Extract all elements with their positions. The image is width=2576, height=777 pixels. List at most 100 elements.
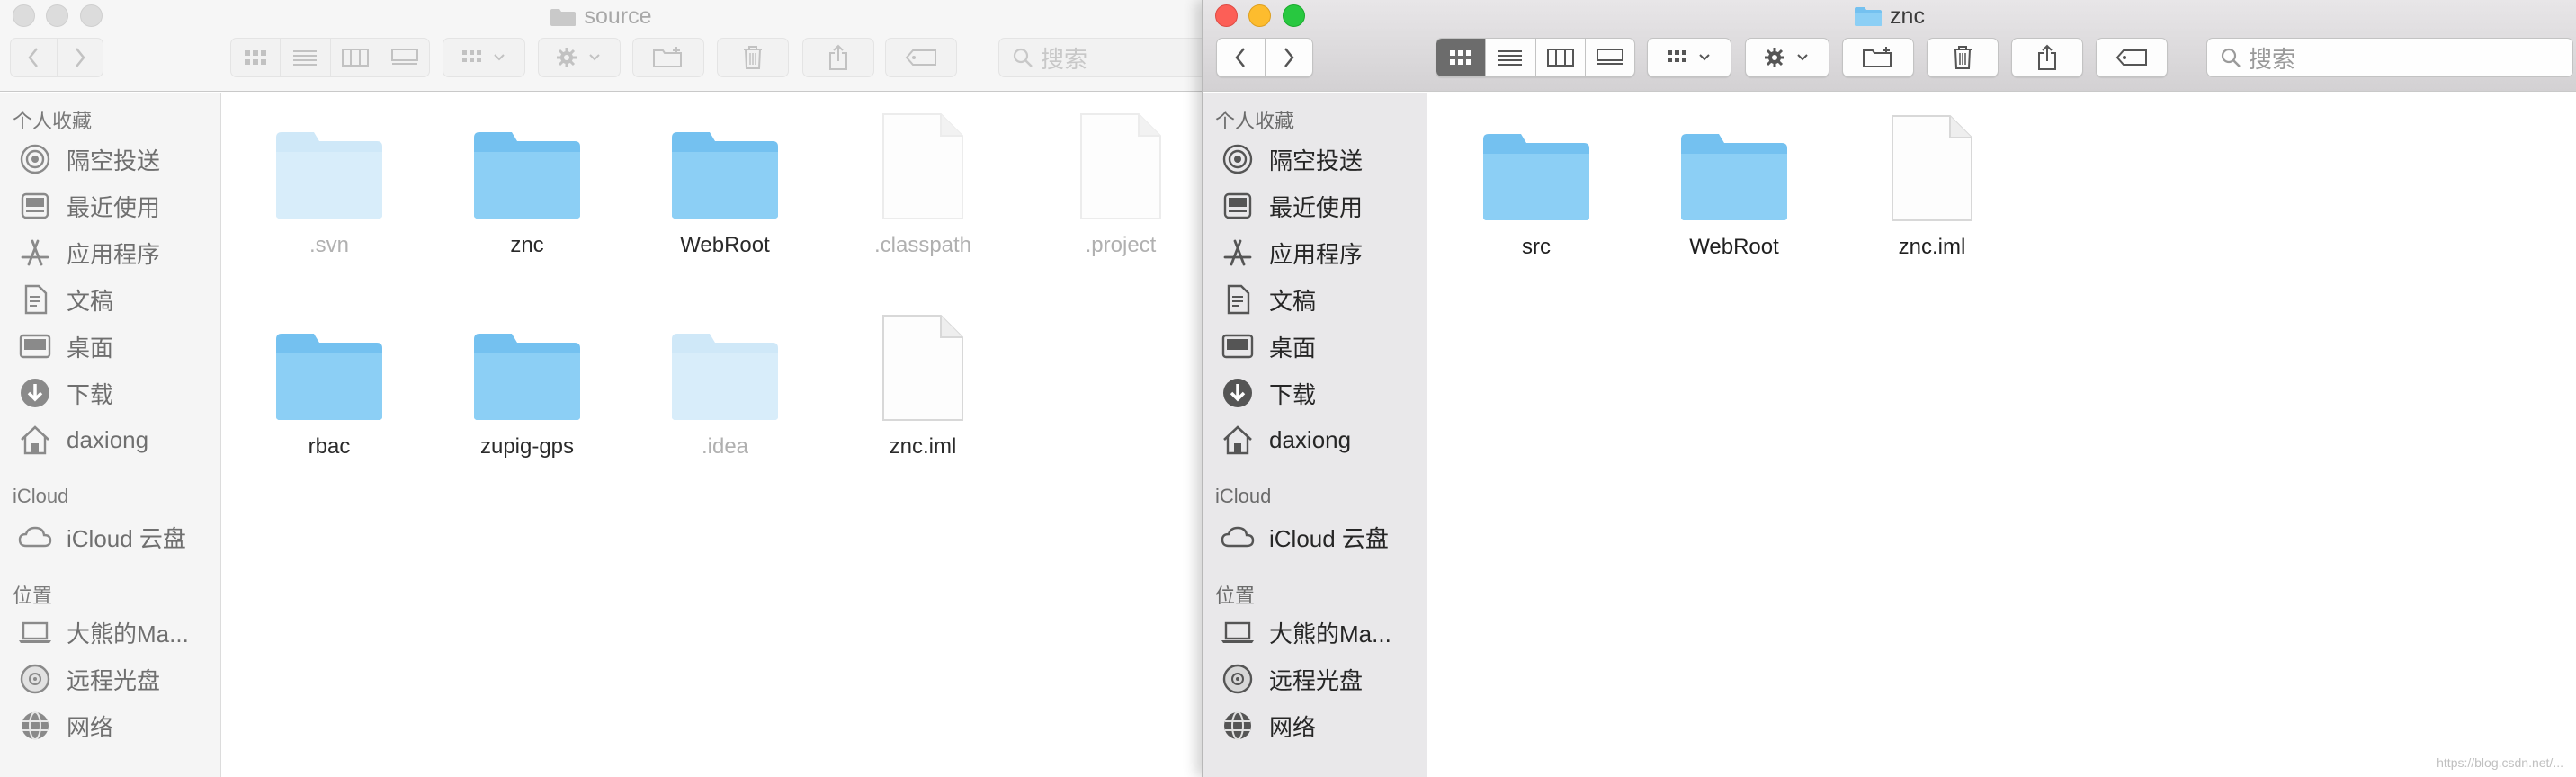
trash-button[interactable]: [717, 38, 789, 77]
sidebar-item-mac[interactable]: 大熊的Ma...: [16, 612, 189, 652]
sidebar-item-desktop[interactable]: 桌面: [1219, 326, 1316, 366]
column-view-button[interactable]: [329, 39, 380, 76]
back-forward-control[interactable]: [1216, 38, 1313, 77]
folder-icon: [550, 5, 577, 34]
sidebar-item-label: iCloud 云盘: [1269, 524, 1389, 552]
file-item-webroot[interactable]: WebRoot: [644, 109, 806, 258]
sidebar-item-documents[interactable]: 文稿: [1219, 280, 1316, 319]
sidebar-item-downloads[interactable]: 下载: [16, 373, 113, 413]
sidebar-item-network[interactable]: 网络: [1219, 706, 1316, 746]
sidebar-header-icloud: iCloud: [13, 485, 69, 507]
trash-icon: [744, 46, 762, 69]
sidebar-item-label: iCloud 云盘: [67, 524, 186, 552]
sidebar-item-label: 最近使用: [1269, 193, 1364, 221]
cloud-icon: [1219, 518, 1257, 556]
sidebar-item-downloads[interactable]: 下载: [1219, 373, 1316, 413]
share-button[interactable]: [2011, 38, 2083, 77]
sidebar-item-label: 大熊的Ma...: [67, 620, 189, 648]
sidebar-item-icloud-drive[interactable]: iCloud 云盘: [16, 517, 186, 557]
group-button[interactable]: [1647, 38, 1731, 77]
forward-button[interactable]: [1264, 39, 1313, 76]
forward-button[interactable]: [56, 39, 103, 76]
trash-button[interactable]: [1927, 38, 1999, 77]
sidebar-item-mac[interactable]: 大熊的Ma...: [1219, 612, 1391, 652]
group-button[interactable]: [443, 38, 525, 77]
file-name: .svn: [309, 233, 349, 257]
file-item-project[interactable]: .project: [1040, 109, 1202, 258]
file-item-znc[interactable]: znc: [446, 109, 608, 258]
sidebar-item-applications[interactable]: 应用程序: [1219, 233, 1363, 272]
sidebar-item-icloud-drive[interactable]: iCloud 云盘: [1219, 517, 1389, 557]
new-folder-button[interactable]: [1842, 38, 1914, 77]
new-folder-button[interactable]: [632, 38, 704, 77]
home-icon: [1219, 421, 1257, 459]
file-item-idea[interactable]: .idea: [644, 310, 806, 460]
sidebar-item-label: 远程光盘: [67, 666, 161, 694]
window-title-text: source: [584, 4, 652, 29]
list-view-button[interactable]: [280, 39, 329, 76]
search-field[interactable]: 搜索: [2206, 38, 2573, 77]
back-button[interactable]: [11, 39, 57, 76]
file-item-znc-iml[interactable]: znc.iml: [842, 310, 1004, 460]
column-view-button[interactable]: [1534, 39, 1585, 76]
sidebar-item-airdrop[interactable]: 隔空投送: [16, 139, 160, 179]
search-field[interactable]: 搜索: [998, 38, 1202, 77]
file-item-zupig-gps[interactable]: zupig-gps: [446, 310, 608, 460]
finder-window-znc: znc 搜索 个人收藏 隔空投送 最近使用 应用程序 文稿 桌面 下载 daxi…: [1202, 0, 2576, 777]
applications-icon: [1219, 234, 1257, 272]
tags-button[interactable]: [885, 38, 957, 77]
share-button[interactable]: [802, 38, 874, 77]
sidebar-item-network[interactable]: 网络: [16, 706, 113, 746]
chevron-right-icon: [75, 48, 85, 67]
file-item-src[interactable]: src: [1455, 111, 1617, 260]
file-item-svn[interactable]: .svn: [248, 109, 410, 258]
new-folder-icon: [653, 47, 682, 67]
file-item-znc-iml[interactable]: znc.iml: [1851, 111, 2013, 260]
file-name: .classpath: [873, 233, 972, 257]
list-view-button[interactable]: [1485, 39, 1534, 76]
sidebar-item-label: daxiong: [1269, 425, 1352, 453]
file-item-rbac[interactable]: rbac: [248, 310, 410, 460]
watermark: https://blog.csdn.net/...: [2437, 755, 2563, 770]
icon-view-button[interactable]: [1436, 39, 1486, 76]
gear-icon: [1765, 48, 1808, 67]
sidebar-item-label: 网络: [67, 713, 114, 741]
view-mode-control[interactable]: [230, 38, 430, 77]
view-mode-control[interactable]: [1436, 38, 1635, 77]
sidebar-item-desktop[interactable]: 桌面: [16, 326, 113, 366]
file-name: zupig-gps: [479, 434, 575, 459]
back-button[interactable]: [1217, 39, 1265, 76]
file-item-classpath[interactable]: .classpath: [842, 109, 1004, 258]
sidebar-item-label: 网络: [1269, 713, 1317, 741]
recents-icon: [16, 187, 54, 225]
desktop-icon: [16, 327, 54, 365]
sidebar-item-remote-disc[interactable]: 远程光盘: [16, 659, 160, 699]
sidebar-item-home[interactable]: daxiong: [16, 420, 148, 460]
tags-button[interactable]: [2096, 38, 2168, 77]
gallery-view-button[interactable]: [379, 39, 429, 76]
sidebar-item-documents[interactable]: 文稿: [16, 280, 113, 319]
action-button[interactable]: [538, 38, 621, 77]
icon-view-button[interactable]: [231, 39, 280, 76]
sidebar-item-airdrop[interactable]: 隔空投送: [1219, 139, 1363, 179]
back-forward-control[interactable]: [10, 38, 103, 77]
sidebar-item-remote-disc[interactable]: 远程光盘: [1219, 659, 1363, 699]
sidebar-item-label: 下载: [1269, 380, 1317, 408]
window-title-text: znc: [1890, 4, 1925, 29]
action-button[interactable]: [1745, 38, 1829, 77]
folder-icon: [670, 310, 780, 422]
file-grid: src WebRoot znc.iml: [1428, 93, 2576, 777]
folder-icon: [1481, 111, 1591, 222]
sidebar-item-recents[interactable]: 最近使用: [16, 186, 160, 226]
sidebar-item-recents[interactable]: 最近使用: [1219, 186, 1363, 226]
sidebar-item-home[interactable]: daxiong: [1219, 420, 1351, 460]
folder-icon: [670, 109, 780, 220]
folder-icon: [472, 310, 582, 422]
gallery-view-button[interactable]: [1584, 39, 1634, 76]
sidebar-item-applications[interactable]: 应用程序: [16, 233, 160, 272]
folder-icon: [1679, 111, 1789, 222]
file-item-webroot[interactable]: WebRoot: [1653, 111, 1815, 260]
search-icon: [1013, 48, 1033, 67]
applications-icon: [16, 234, 54, 272]
grid-icon: [1450, 50, 1472, 65]
